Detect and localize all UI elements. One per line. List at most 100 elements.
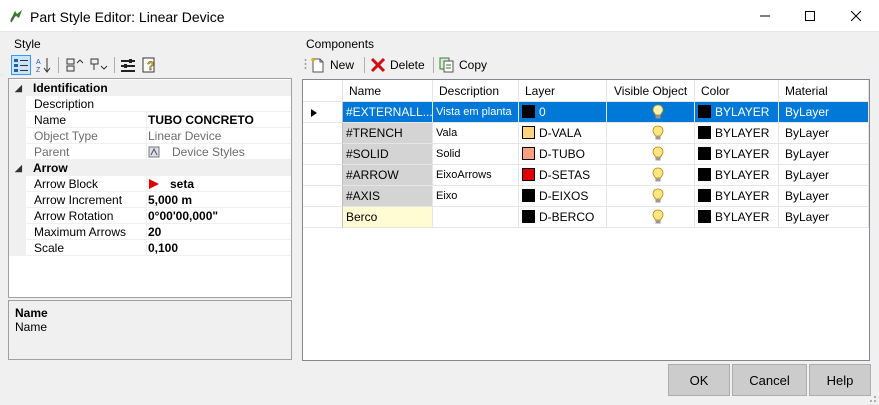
close-button[interactable] (833, 0, 879, 32)
column-header[interactable]: Layer (519, 80, 607, 102)
name-cell[interactable]: #TRENCH (343, 123, 433, 144)
visible-cell[interactable] (607, 144, 695, 165)
property-value[interactable]: 0°00'00,000" (146, 208, 291, 224)
property-grid[interactable]: ◢ Identification Description Name TUBO CONCR… (8, 78, 292, 298)
property-value[interactable]: seta (146, 176, 291, 192)
delete-button[interactable]: Delete (370, 55, 425, 75)
column-header[interactable]: Color (695, 80, 779, 102)
name-cell[interactable]: Berco (343, 207, 433, 228)
property-row[interactable]: Arrow Rotation 0°00'00,000" (9, 208, 291, 224)
name-cell[interactable]: #AXIS (343, 186, 433, 207)
table-row[interactable]: Berco D-BERCO BYLAYER ByLayer (303, 207, 869, 228)
cancel-button[interactable]: Cancel (732, 364, 807, 396)
name-cell[interactable]: #EXTERNALL... (343, 102, 433, 123)
row-header[interactable] (303, 144, 343, 165)
collapse-arrow-icon[interactable]: ◢ (15, 160, 22, 176)
material-cell[interactable]: ByLayer (779, 102, 869, 123)
property-row[interactable]: Arrow Increment 5,000 m (9, 192, 291, 208)
color-cell[interactable]: BYLAYER (695, 165, 779, 186)
column-header[interactable]: Name (343, 80, 433, 102)
material-cell[interactable]: ByLayer (779, 186, 869, 207)
column-header[interactable]: Description (433, 80, 519, 102)
property-value[interactable]: Device Styles (146, 144, 291, 160)
property-row[interactable]: Parent Device Styles (9, 144, 291, 160)
property-row[interactable]: Name TUBO CONCRETO (9, 112, 291, 128)
color-cell[interactable]: BYLAYER (695, 186, 779, 207)
table-row[interactable]: #AXIS Eixo D-EIXOS BYLAYER ByLayer (303, 186, 869, 207)
visible-cell[interactable] (607, 165, 695, 186)
property-row[interactable]: Maximum Arrows 20 (9, 224, 291, 240)
property-value[interactable]: Linear Device (146, 128, 291, 144)
minimize-button[interactable] (742, 0, 788, 32)
layer-cell[interactable]: D-TUBO (519, 144, 607, 165)
material-cell[interactable]: ByLayer (779, 207, 869, 228)
layer-cell[interactable]: D-EIXOS (519, 186, 607, 207)
description-cell[interactable] (433, 207, 519, 228)
material-cell[interactable]: ByLayer (779, 123, 869, 144)
visible-cell[interactable] (607, 123, 695, 144)
resize-grip-icon[interactable] (867, 393, 877, 403)
color-cell[interactable]: BYLAYER (695, 123, 779, 144)
lightbulb-icon[interactable] (652, 209, 664, 225)
visible-cell[interactable] (607, 207, 695, 228)
property-value[interactable]: TUBO CONCRETO (146, 112, 291, 128)
help-button[interactable]: Help (809, 364, 871, 396)
property-value[interactable]: 0,100 (146, 240, 291, 256)
layer-cell[interactable]: D-SETAS (519, 165, 607, 186)
property-row[interactable]: Description (9, 96, 291, 112)
color-cell[interactable]: BYLAYER (695, 144, 779, 165)
table-row[interactable]: #SOLID Solid D-TUBO BYLAYER ByLayer (303, 144, 869, 165)
layer-cell[interactable]: D-BERCO (519, 207, 607, 228)
description-cell[interactable]: Eixo (433, 186, 519, 207)
property-row[interactable]: Object Type Linear Device (9, 128, 291, 144)
collapse-all-button[interactable] (88, 55, 110, 75)
lightbulb-icon[interactable] (652, 167, 664, 183)
maximize-button[interactable] (787, 0, 833, 32)
name-cell[interactable]: #ARROW (343, 165, 433, 186)
property-value[interactable]: 20 (146, 224, 291, 240)
collapse-arrow-icon[interactable]: ◢ (15, 80, 22, 96)
material-cell[interactable]: ByLayer (779, 144, 869, 165)
description-cell[interactable]: Vista em planta (433, 102, 519, 123)
copy-button[interactable]: Copy (439, 55, 487, 75)
description-cell[interactable]: Solid (433, 144, 519, 165)
alphabetical-button[interactable]: AZ (34, 55, 54, 75)
lightbulb-icon[interactable] (652, 104, 664, 120)
table-row[interactable]: #EXTERNALL... Vista em planta 0 BYLAYER ByLa… (303, 102, 869, 123)
row-header[interactable] (303, 186, 343, 207)
new-button[interactable]: New (310, 55, 354, 75)
expand-all-button[interactable] (64, 55, 86, 75)
help-tool-button[interactable]: ? (140, 55, 160, 75)
row-header[interactable] (303, 123, 343, 144)
row-header[interactable] (303, 207, 343, 228)
ok-button[interactable]: OK (668, 364, 730, 396)
table-row[interactable]: #ARROW EixoArrows D-SETAS BYLAYER ByLayer (303, 165, 869, 186)
property-row[interactable]: Scale 0,100 (9, 240, 291, 256)
lightbulb-icon[interactable] (652, 125, 664, 141)
column-header[interactable]: Material (779, 80, 869, 102)
material-cell[interactable]: ByLayer (779, 165, 869, 186)
components-grid[interactable]: Name Description Layer Visible Object Color M… (302, 79, 870, 361)
column-header[interactable]: Visible Object (607, 80, 695, 102)
property-value[interactable]: 5,000 m (146, 192, 291, 208)
row-header[interactable] (303, 165, 343, 186)
property-name: Arrow Rotation (34, 209, 114, 223)
layer-cell[interactable]: D-VALA (519, 123, 607, 144)
color-cell[interactable]: BYLAYER (695, 102, 779, 123)
category-row[interactable]: ◢ Arrow (9, 160, 291, 176)
name-cell[interactable]: #SOLID (343, 144, 433, 165)
row-header[interactable] (303, 102, 343, 123)
lightbulb-icon[interactable] (652, 146, 664, 162)
description-cell[interactable]: Vala (433, 123, 519, 144)
visible-cell[interactable] (607, 102, 695, 123)
layer-cell[interactable]: 0 (519, 102, 607, 123)
properties-button[interactable] (118, 55, 138, 75)
description-cell[interactable]: EixoArrows (433, 165, 519, 186)
category-row[interactable]: ◢ Identification (9, 80, 291, 96)
visible-cell[interactable] (607, 186, 695, 207)
property-row[interactable]: Arrow Block seta (9, 176, 291, 192)
color-cell[interactable]: BYLAYER (695, 207, 779, 228)
categorized-button[interactable] (11, 55, 31, 75)
table-row[interactable]: #TRENCH Vala D-VALA BYLAYER ByLayer (303, 123, 869, 144)
lightbulb-icon[interactable] (652, 188, 664, 204)
